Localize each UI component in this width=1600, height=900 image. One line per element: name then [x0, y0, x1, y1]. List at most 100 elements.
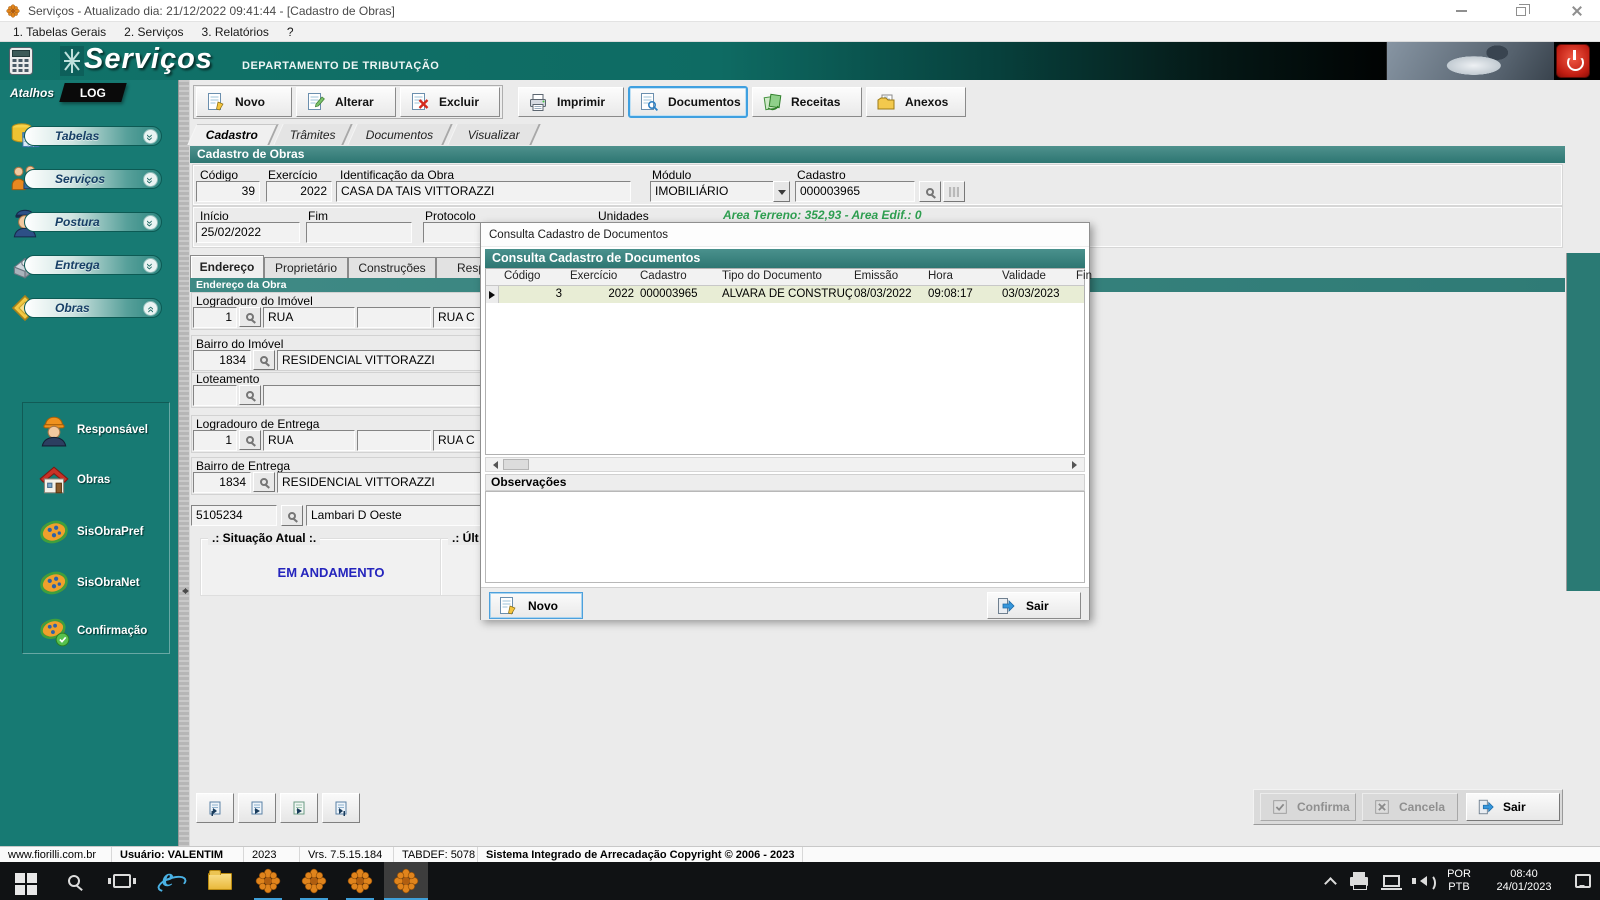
sidebar-item-entrega[interactable]: Entrega: [24, 255, 162, 275]
col-exercicio[interactable]: Exercício: [570, 270, 617, 282]
col-emissao[interactable]: Emissão: [854, 270, 898, 282]
observacoes-textarea[interactable]: [485, 491, 1085, 583]
municipio-codigo-field[interactable]: 5105234: [191, 505, 277, 526]
inicio-field[interactable]: 25/02/2022: [196, 222, 300, 243]
menu-tabelas-gerais[interactable]: 1. Tabelas Gerais: [4, 23, 115, 41]
col-cadastro[interactable]: Cadastro: [640, 270, 687, 282]
sidebar-item-sisobrapref[interactable]: SisObraPref: [77, 526, 143, 538]
sidebar-item-postura[interactable]: Postura: [24, 212, 162, 232]
chevron-down-icon[interactable]: [143, 215, 158, 230]
dialog-sair-button[interactable]: Sair: [987, 592, 1081, 619]
menu-relatorios[interactable]: 3. Relatórios: [193, 23, 278, 41]
subtab-construcoes[interactable]: Construções: [348, 257, 436, 278]
menu-servicos[interactable]: 2. Serviços: [115, 23, 192, 41]
clock[interactable]: 08:40 24/01/2023: [1482, 862, 1566, 900]
minimize-icon[interactable]: [1438, 0, 1484, 22]
splitter-handle[interactable]: [178, 80, 190, 846]
task-view-button[interactable]: [100, 862, 144, 900]
modulo-dropdown-arrow-icon[interactable]: [773, 181, 790, 202]
alterar-button[interactable]: Alterar: [296, 87, 396, 117]
identificacao-field[interactable]: CASA DA TAIS VITTORAZZI: [336, 181, 631, 202]
bairro-imovel-search-button[interactable]: [253, 350, 275, 370]
codigo-field[interactable]: 39: [196, 181, 260, 202]
sidebar-item-obras-sub[interactable]: Obras: [77, 474, 110, 486]
sidebar-item-responsavel[interactable]: Responsável: [77, 424, 148, 436]
tab-tramites[interactable]: Trâmites: [273, 124, 353, 145]
col-tipo[interactable]: Tipo do Documento: [722, 270, 822, 282]
dialog-titlebar[interactable]: Consulta Cadastro de Documentos: [481, 223, 1089, 247]
tab-documentos[interactable]: Documentos: [347, 124, 453, 145]
cancela-button[interactable]: Cancela: [1362, 793, 1458, 821]
sidebar-tab-atalhos[interactable]: Atalhos: [10, 86, 54, 100]
cadastro-search-button[interactable]: [919, 181, 941, 202]
notification-center-button[interactable]: [1568, 862, 1598, 900]
record-first-button[interactable]: [196, 793, 234, 823]
excluir-button[interactable]: Excluir: [400, 87, 500, 117]
sidebar-item-servicos[interactable]: Serviços: [24, 169, 162, 189]
grid-hscrollbar[interactable]: [485, 457, 1085, 472]
fiorilli-app-active-button[interactable]: [384, 862, 428, 900]
tray-printer[interactable]: [1344, 862, 1374, 900]
col-fin[interactable]: Fin: [1076, 270, 1092, 282]
loteamento-codigo-field[interactable]: [193, 385, 237, 406]
sidebar-item-confirmacao[interactable]: Confirmação: [77, 625, 147, 637]
chevron-up-icon[interactable]: [143, 301, 158, 316]
restore-icon[interactable]: [1498, 0, 1544, 22]
logradouro-imovel-codigo-field[interactable]: 1: [193, 307, 237, 328]
start-button[interactable]: [4, 862, 48, 900]
tab-visualizar[interactable]: Visualizar: [447, 124, 541, 145]
documentos-button[interactable]: Documentos: [628, 86, 748, 118]
logradouro-entrega-search-button[interactable]: [239, 430, 261, 450]
tab-cadastro[interactable]: Cadastro: [187, 124, 279, 145]
scroll-left-icon[interactable]: [486, 458, 501, 471]
language-indicator[interactable]: POR PTB: [1438, 862, 1480, 900]
explorer-button[interactable]: [198, 862, 242, 900]
cadastro-goto-button[interactable]: [943, 181, 965, 202]
power-icon[interactable]: [1556, 44, 1590, 78]
logradouro-entrega-titulo-field[interactable]: [357, 430, 431, 451]
sair-button[interactable]: Sair: [1466, 793, 1560, 821]
sidebar-item-sisobranet[interactable]: SisObraNet: [77, 577, 140, 589]
sidebar-tab-log[interactable]: LOG: [59, 83, 127, 102]
scrollbar-thumb[interactable]: [503, 459, 529, 470]
logradouro-imovel-tipo-field[interactable]: RUA: [263, 307, 355, 328]
bairro-entrega-search-button[interactable]: [253, 472, 275, 492]
chevron-down-icon[interactable]: [143, 129, 158, 144]
fim-field[interactable]: [306, 222, 412, 243]
record-next-button[interactable]: [280, 793, 318, 823]
sidebar-item-obras[interactable]: Obras: [24, 298, 162, 318]
chevron-down-icon[interactable]: [143, 258, 158, 273]
subtab-endereco[interactable]: Endereço: [190, 255, 264, 278]
menu-help[interactable]: ?: [278, 23, 303, 41]
tray-volume[interactable]: [1406, 862, 1436, 900]
fiorilli-app-2-button[interactable]: [292, 862, 336, 900]
exercicio-field[interactable]: 2022: [266, 181, 332, 202]
tray-network[interactable]: [1376, 862, 1406, 900]
chevron-down-icon[interactable]: [143, 172, 158, 187]
receitas-button[interactable]: Receitas: [752, 87, 862, 117]
bairro-imovel-codigo-field[interactable]: 1834: [193, 350, 251, 371]
tray-expand-button[interactable]: [1316, 862, 1344, 900]
ie-button[interactable]: [148, 862, 192, 900]
loteamento-search-button[interactable]: [239, 385, 261, 405]
cadastro-field[interactable]: 000003965: [795, 181, 915, 202]
logradouro-entrega-tipo-field[interactable]: RUA: [263, 430, 355, 451]
modulo-select[interactable]: IMOBILIÁRIO: [650, 181, 790, 202]
record-last-button[interactable]: [322, 793, 360, 823]
documents-grid[interactable]: Código Exercício Cadastro Tipo do Docume…: [485, 268, 1092, 455]
col-hora[interactable]: Hora: [928, 270, 953, 282]
municipio-search-button[interactable]: [281, 505, 303, 526]
fiorilli-app-1-button[interactable]: [246, 862, 290, 900]
sidebar-item-tabelas[interactable]: Tabelas: [24, 126, 162, 146]
taskbar-search-button[interactable]: [52, 862, 96, 900]
scroll-right-icon[interactable]: [1069, 458, 1084, 471]
novo-button[interactable]: Novo: [196, 87, 292, 117]
table-row[interactable]: 3 2022 000003965 ALVARÁ DE CONSTRUÇ 08/0…: [499, 286, 1084, 303]
logradouro-imovel-search-button[interactable]: [239, 307, 261, 327]
subtab-proprietario[interactable]: Proprietário: [264, 257, 348, 278]
imprimir-button[interactable]: Imprimir: [518, 87, 624, 117]
close-icon[interactable]: [1554, 0, 1600, 22]
anexos-button[interactable]: Anexos: [866, 87, 966, 117]
bairro-entrega-codigo-field[interactable]: 1834: [193, 472, 251, 493]
logradouro-entrega-codigo-field[interactable]: 1: [193, 430, 237, 451]
